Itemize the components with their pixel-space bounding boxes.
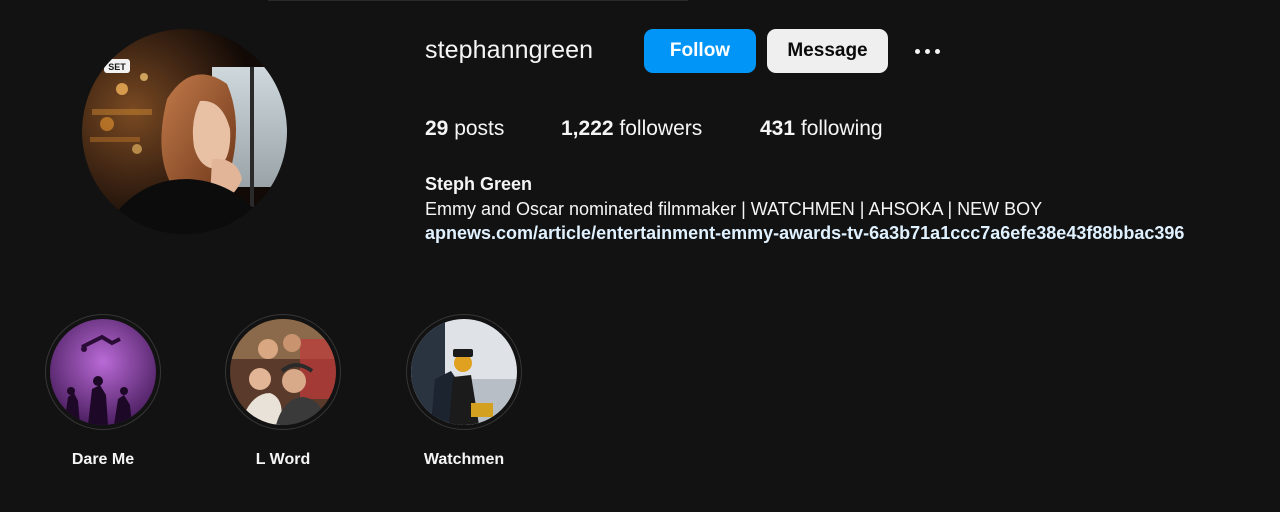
follow-button[interactable]: Follow: [644, 29, 756, 73]
profile-username: stephanngreen: [425, 36, 594, 64]
highlight-ring: [45, 314, 161, 430]
bio-name: Steph Green: [425, 174, 533, 194]
top-divider: [268, 0, 688, 1]
highlight-dare-me[interactable]: Dare Me: [38, 314, 168, 469]
bio-link[interactable]: apnews.com/article/entertainment-emmy-aw…: [425, 223, 1184, 244]
followers-label: followers: [619, 117, 703, 140]
profile-avatar[interactable]: SET: [82, 29, 287, 234]
highlight-ring: [225, 314, 341, 430]
stat-posts: 29 posts: [425, 117, 504, 141]
highlight-label: Dare Me: [71, 451, 135, 468]
highlight-cover: [230, 319, 336, 425]
highlight-watchmen[interactable]: Watchmen: [399, 314, 529, 469]
following-count: 431: [760, 117, 796, 140]
stat-following[interactable]: 431 following: [760, 117, 883, 141]
stat-followers[interactable]: 1,222 followers: [561, 117, 702, 141]
profile-page: SET stephanngreen Follow Message 29 post…: [0, 0, 1280, 512]
following-label: following: [800, 117, 883, 140]
highlight-cover: [50, 319, 156, 425]
followers-count: 1,222: [561, 117, 614, 140]
highlight-ring: [406, 314, 522, 430]
posts-count: 29: [425, 117, 449, 140]
message-button[interactable]: Message: [767, 29, 888, 73]
highlight-label: L Word: [255, 451, 311, 468]
highlight-cover: [411, 319, 517, 425]
bio-text: Emmy and Oscar nominated filmmaker | WAT…: [425, 199, 1043, 219]
avatar-badge-text: SET: [108, 62, 126, 72]
posts-label: posts: [454, 117, 505, 140]
highlight-l-word[interactable]: L Word: [218, 314, 348, 469]
more-options-icon[interactable]: [908, 38, 946, 64]
highlight-label: Watchmen: [423, 451, 505, 468]
